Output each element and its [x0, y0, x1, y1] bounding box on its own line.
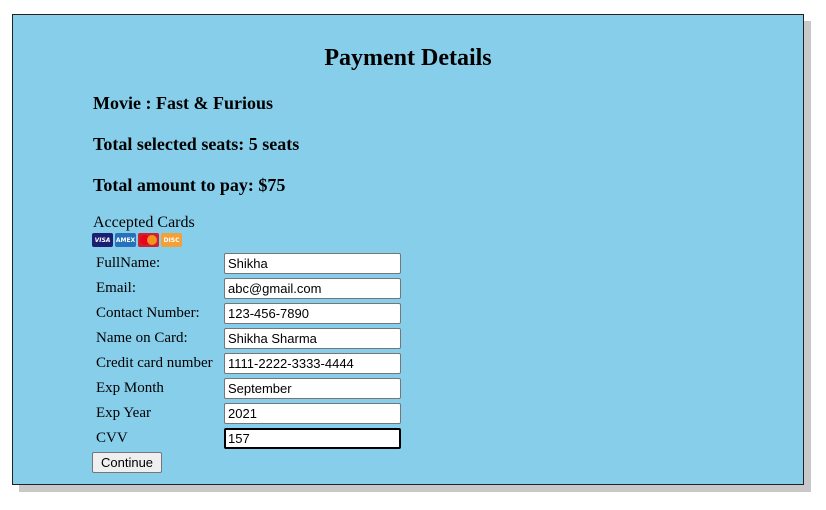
continue-button[interactable]: Continue [92, 452, 163, 473]
card-number-row: Credit card number [96, 353, 416, 375]
accepted-cards-label: Accepted Cards [93, 214, 195, 231]
fullname-label: FullName: [96, 255, 161, 271]
mastercard-icon [138, 233, 159, 247]
contact-number-input[interactable] [224, 303, 401, 324]
cvv-row: CVV [96, 428, 416, 450]
visa-icon: VISA [92, 233, 113, 247]
fullname-row: FullName: [96, 253, 416, 275]
seats-info: Total selected seats: 5 seats [93, 134, 300, 154]
cvv-label: CVV [96, 430, 128, 446]
movie-info: Movie : Fast & Furious [93, 93, 273, 113]
amount-info: Total amount to pay: $75 [93, 175, 286, 195]
exp-month-label: Exp Month [96, 380, 164, 396]
contact-row: Contact Number: [96, 303, 416, 325]
name-on-card-row: Name on Card: [96, 328, 416, 350]
cvv-input[interactable] [224, 428, 401, 449]
email-row: Email: [96, 278, 416, 300]
exp-year-label: Exp Year [96, 405, 151, 421]
card-number-label: Credit card number [96, 355, 213, 371]
amex-icon: AMEX [115, 233, 136, 247]
name-on-card-label: Name on Card: [96, 330, 188, 346]
discover-icon: DISC [161, 233, 182, 247]
exp-year-row: Exp Year [96, 403, 416, 425]
exp-year-input[interactable] [224, 403, 401, 424]
email-input[interactable] [224, 278, 401, 299]
page-title: Payment Details [324, 45, 492, 71]
exp-month-row: Exp Month [96, 378, 416, 400]
contact-number-label: Contact Number: [96, 305, 200, 321]
name-on-card-input[interactable] [224, 328, 401, 349]
card-number-input[interactable] [224, 353, 401, 374]
email-label: Email: [96, 280, 136, 296]
fullname-input[interactable] [224, 253, 401, 274]
exp-month-input[interactable] [224, 378, 401, 399]
payment-panel: Payment Details Movie : Fast & Furious T… [12, 14, 804, 485]
accepted-cards: VISA AMEX DISC [92, 233, 182, 247]
